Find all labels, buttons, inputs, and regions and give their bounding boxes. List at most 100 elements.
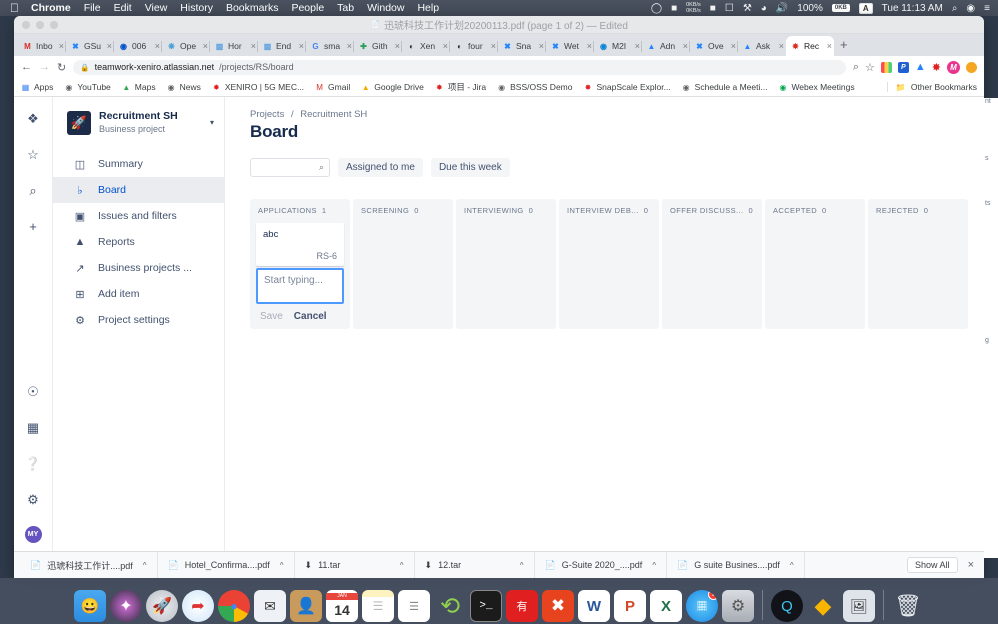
starred-icon[interactable]: ☆ [24,145,42,163]
volume-icon[interactable]: 🔊 [776,3,788,14]
tab-close-icon[interactable]: × [731,41,736,51]
control-center-icon[interactable]: ≡ [984,3,990,14]
menubar-item-view[interactable]: View [145,2,168,14]
chevron-up-icon[interactable]: ^ [790,561,794,570]
dock-item-chrome[interactable]: ● [218,590,250,622]
chevron-up-icon[interactable]: ^ [143,561,147,570]
chevron-up-icon[interactable]: ^ [652,561,656,570]
address-bar[interactable]: 🔒 teamwork-xeniro.atlassian.net/projects… [73,60,846,75]
tab-close-icon[interactable]: × [155,41,160,51]
tab-close-icon[interactable]: × [779,41,784,51]
download-item[interactable]: 📄 G-Suite 2020_....pdf ^ [535,552,668,579]
download-item[interactable]: ⬇ 11.tar ^ [295,552,415,579]
browser-tab[interactable]: ✚ Gith × [354,36,402,56]
dock-item-siri[interactable]: ✦ [110,590,142,622]
browser-tab[interactable]: M Inbo × [18,36,66,56]
extension-atlassian-icon[interactable]: ▲ [915,61,926,73]
tab-close-icon[interactable]: × [443,41,448,51]
tab-close-icon[interactable]: × [635,41,640,51]
dock-item-youdao[interactable]: 有 [506,590,538,622]
back-arrow-icon[interactable]: ← [21,61,32,73]
browser-tab[interactable]: ✖ GSu × [66,36,114,56]
menubar-clock[interactable]: Tue 11:13 AM [882,3,943,14]
sidebar-item-summary[interactable]: ◫ Summary [53,151,224,177]
sidebar-item-business-projects[interactable]: ↗ Business projects ... [53,255,224,281]
screenshot-icon[interactable]: ◯ [651,3,662,14]
sidebar-item-add-item[interactable]: ⊞ Add item [53,281,224,307]
tab-close-icon[interactable]: × [587,41,592,51]
menubar-item-window[interactable]: Window [367,2,404,14]
show-all-downloads-button[interactable]: Show All [907,557,958,573]
dock-item-notes[interactable]: ☰ [362,590,394,622]
bookmark-schedule-meeting[interactable]: ◉ Schedule a Meeti... [682,82,768,92]
sidebar-item-project-settings[interactable]: ⚙ Project settings [53,307,224,333]
search-icon[interactable]: ⌕ [24,181,42,199]
battery-percent[interactable]: 100% [797,3,823,14]
tab-close-icon[interactable]: × [251,41,256,51]
bookmark-jira[interactable]: ✸ 项目 - Jira [435,81,486,93]
new-card-input[interactable]: Start typing... [256,268,344,304]
chrome-menu-icon[interactable] [966,62,977,73]
menubar-item-history[interactable]: History [180,2,213,14]
network-speed-indicator[interactable]: 0KB/s 0KB/s [686,2,701,14]
browser-tab[interactable]: ▲ Ask × [738,36,786,56]
dock-item-contacts[interactable]: 👤 [290,590,322,622]
browser-tab[interactable]: ◉ 006 × [114,36,162,56]
dock-item-launchpad[interactable]: 🚀 [146,590,178,622]
browser-tab[interactable]: ▩ Hor × [210,36,258,56]
browser-tab-active[interactable]: ✸ Rec × [786,36,834,56]
menubar-item-people[interactable]: People [291,2,324,14]
tab-close-icon[interactable]: × [683,41,688,51]
chevron-up-icon[interactable]: ^ [520,561,524,570]
download-item[interactable]: 📄 迅琥科技工作计....pdf ^ [20,552,158,579]
tab-close-icon[interactable]: × [491,41,496,51]
tab-close-icon[interactable]: × [203,41,208,51]
dock-item-terminal[interactable]: >_ [470,590,502,622]
menubar-item-chrome[interactable]: Chrome [31,2,71,14]
filter-assigned-to-me[interactable]: Assigned to me [338,158,423,177]
tab-close-icon[interactable]: × [107,41,112,51]
close-icon[interactable]: × [968,559,974,571]
bookmark-bss-oss[interactable]: ◉ BSS/OSS Demo [497,82,572,92]
tab-close-icon[interactable]: × [59,41,64,51]
dock-item-preview[interactable]: 🖼 [843,590,875,622]
menubar-item-edit[interactable]: Edit [114,2,132,14]
notifications-bell-icon[interactable]: ☉ [24,382,42,400]
dock-item-safari[interactable]: ➦ [182,590,214,622]
dock-item-finder[interactable]: 😀 [74,590,106,622]
save-button[interactable]: Save [260,311,283,322]
siri-icon[interactable]: ◉ [966,3,975,14]
bookmark-gmail[interactable]: M Gmail [315,82,350,92]
chevron-down-icon[interactable]: ▾ [210,118,214,127]
tab-close-icon[interactable]: × [539,41,544,51]
shopping-bag-icon[interactable]: ■ [671,3,677,14]
zoom-search-icon[interactable]: ⌕ [853,61,859,74]
bookmark-star-icon[interactable]: ☆ [865,61,875,74]
bookmark-snapscale[interactable]: ✸ SnapScale Explor... [583,82,670,92]
browser-tab[interactable]: ◐ four × [450,36,498,56]
project-switcher[interactable]: 🚀 Recruitment SH Business project ▾ [53,110,224,135]
browser-tab[interactable]: ◉ M2I × [594,36,642,56]
dock-item-trash[interactable]: 🗑 [892,590,924,622]
bookmark-news[interactable]: ◉ News [167,82,201,92]
sidebar-item-board[interactable]: ♭ Board [53,177,224,203]
profile-avatar[interactable]: M [947,61,960,74]
chevron-up-icon[interactable]: ^ [400,561,404,570]
browser-tab[interactable]: ◐ Xen × [402,36,450,56]
bookmark-maps[interactable]: ▲ Maps [122,82,156,92]
tab-close-icon[interactable]: × [347,41,352,51]
dock-item-sync[interactable]: ⟲ [434,590,466,622]
dock-item-quicktime[interactable]: Q [771,590,803,622]
dock-item-calendar[interactable]: JAN 14 [326,590,358,622]
forward-arrow-icon[interactable]: → [39,61,50,73]
apple-menu-icon[interactable]:  [10,2,19,14]
dock-item-excel[interactable]: X [650,590,682,622]
download-item[interactable]: 📄 Hotel_Confirma....pdf ^ [158,552,295,579]
dock-item-system-preferences[interactable]: ⚙ [722,590,754,622]
bluetooth-icon[interactable]: ⚒ [743,3,752,14]
bookmark-xeniro[interactable]: ✸ XENIRO | 5G MEC... [212,82,304,92]
browser-tab[interactable]: ✖ Wet × [546,36,594,56]
dock-item-word[interactable]: W [578,590,610,622]
browser-tab[interactable]: ▲ Adn × [642,36,690,56]
menubar-item-tab[interactable]: Tab [337,2,354,14]
